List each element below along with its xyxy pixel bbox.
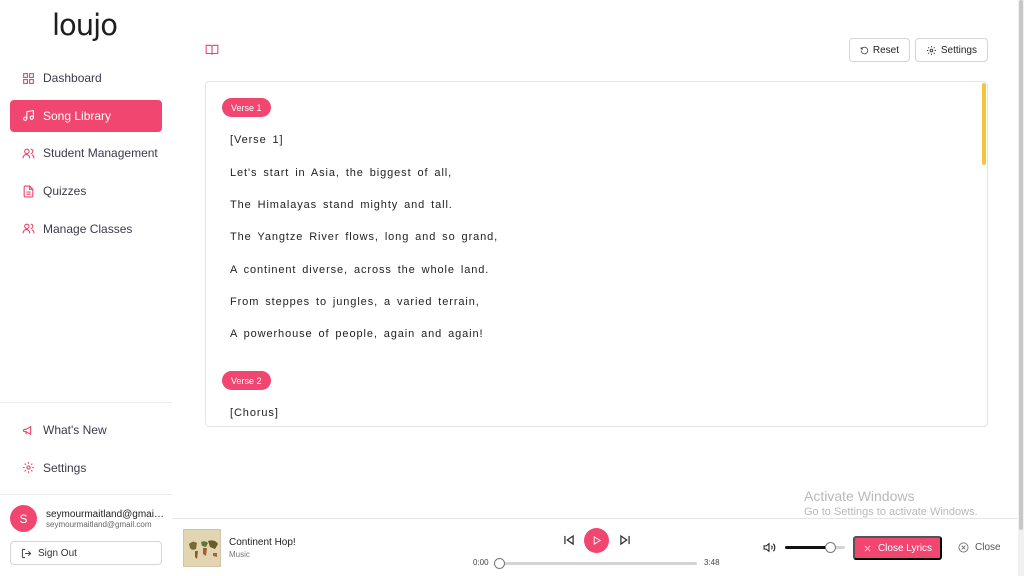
- sidebar-item-manage-classes[interactable]: Manage Classes: [10, 213, 162, 245]
- sign-out-label: Sign Out: [38, 547, 77, 559]
- close-lyrics-label: Close Lyrics: [877, 542, 933, 554]
- sidebar-item-quizzes[interactable]: Quizzes: [10, 175, 162, 207]
- player-bar: Continent Hop! Music 0:00 3:48 Close Lyr…: [172, 518, 1018, 576]
- lyric-line: From steppes to jungles, a varied terrai…: [230, 296, 480, 308]
- volume-icon[interactable]: [763, 541, 776, 554]
- sidebar-item-label: What's New: [43, 423, 107, 437]
- sidebar-item-label: Song Library: [43, 108, 112, 123]
- settings-button[interactable]: Settings: [915, 38, 988, 62]
- close-label: Close: [975, 542, 1001, 553]
- book-icon[interactable]: [205, 43, 219, 57]
- activate-windows-watermark: Activate Windows Go to Settings to activ…: [804, 488, 978, 518]
- music-note-icon: [23, 110, 34, 122]
- watermark-subtitle: Go to Settings to activate Windows.: [804, 506, 978, 518]
- sidebar-item-label: Manage Classes: [43, 221, 133, 236]
- user-profile[interactable]: S seymourmaitland@gmail.com seymourmaitl…: [10, 505, 164, 532]
- sidebar-item-whats-new[interactable]: What's New: [10, 414, 162, 446]
- volume-slider[interactable]: [785, 542, 845, 553]
- watermark-title: Activate Windows: [804, 488, 915, 504]
- lyric-line: Let's start in Asia, the biggest of all,: [230, 167, 453, 179]
- sidebar-item-student-management[interactable]: Student Management: [10, 137, 162, 169]
- current-time: 0:00: [473, 558, 489, 567]
- lyrics-scrollbar[interactable]: [982, 83, 986, 165]
- lyric-line: [Verse 1]: [230, 134, 284, 146]
- megaphone-icon: [23, 425, 32, 435]
- progress-slider[interactable]: [494, 558, 697, 569]
- reset-label: Reset: [872, 44, 899, 56]
- sidebar-divider: [0, 402, 172, 403]
- sidebar-item-label: Quizzes: [43, 184, 87, 199]
- close-icon: [864, 545, 871, 551]
- user-name: seymourmaitland@gmail.com: [46, 508, 164, 520]
- app-logo[interactable]: loujo: [52, 8, 118, 42]
- users-icon: [22, 223, 35, 234]
- sign-out-button[interactable]: Sign Out: [10, 541, 162, 565]
- sidebar-item-song-library[interactable]: Song Library: [10, 99, 162, 132]
- sidebar-item-dashboard[interactable]: Dashboard: [10, 62, 162, 94]
- song-title: Continent Hop!: [229, 537, 296, 548]
- close-circle-icon: [958, 542, 969, 553]
- sidebar-nav: Dashboard Song Library Student Managemen…: [10, 62, 162, 250]
- lyric-line: The Himalayas stand mighty and tall.: [230, 199, 453, 211]
- close-lyrics-button[interactable]: Close Lyrics: [853, 536, 942, 560]
- sidebar-item-settings[interactable]: Settings: [10, 452, 162, 484]
- gear-icon: [23, 462, 34, 474]
- volume-fill: [785, 546, 830, 549]
- users-icon: [22, 148, 35, 159]
- lyric-line: [Chorus]: [230, 407, 279, 419]
- close-player-button[interactable]: Close: [958, 542, 1001, 553]
- page-scrollbar-thumb[interactable]: [1019, 0, 1023, 530]
- verse-badge: Verse 1: [222, 98, 271, 117]
- reset-icon: [860, 46, 869, 54]
- previous-icon[interactable]: [562, 533, 576, 547]
- settings-label: Settings: [940, 44, 977, 56]
- lyric-line: The Yangtze River flows, long and so gra…: [230, 231, 499, 243]
- verse-badge: Verse 2: [222, 371, 271, 390]
- next-icon[interactable]: [618, 533, 632, 547]
- sidebar-item-label: Settings: [43, 460, 87, 475]
- sidebar-item-label: Student Management: [43, 146, 158, 161]
- sidebar-divider: [0, 494, 172, 495]
- play-icon: [593, 536, 602, 545]
- song-subtitle: Music: [229, 550, 250, 559]
- sidebar: loujo Dashboard Song Library Student Man…: [0, 0, 172, 576]
- progress-handle[interactable]: [494, 558, 505, 569]
- sign-out-icon: [21, 548, 32, 558]
- avatar: S: [10, 505, 37, 532]
- lyrics-panel[interactable]: Verse 1 [Verse 1] Let's start in Asia, t…: [205, 81, 988, 427]
- reset-button[interactable]: Reset: [849, 38, 910, 62]
- user-email: seymourmaitland@gmail.com: [46, 519, 152, 529]
- world-map-icon: [184, 530, 220, 566]
- play-button[interactable]: [584, 528, 609, 553]
- volume-handle[interactable]: [825, 542, 836, 553]
- album-art: [183, 529, 221, 567]
- lyric-line: A powerhouse of people, again and again!: [230, 328, 484, 340]
- gear-icon: [926, 45, 936, 55]
- document-icon: [23, 185, 34, 198]
- duration: 3:48: [704, 558, 720, 567]
- sidebar-bottom-nav: What's New Settings: [10, 414, 162, 489]
- sidebar-item-label: Dashboard: [43, 71, 102, 85]
- grid-icon: [23, 72, 34, 84]
- lyric-line: A continent diverse, across the whole la…: [230, 264, 490, 276]
